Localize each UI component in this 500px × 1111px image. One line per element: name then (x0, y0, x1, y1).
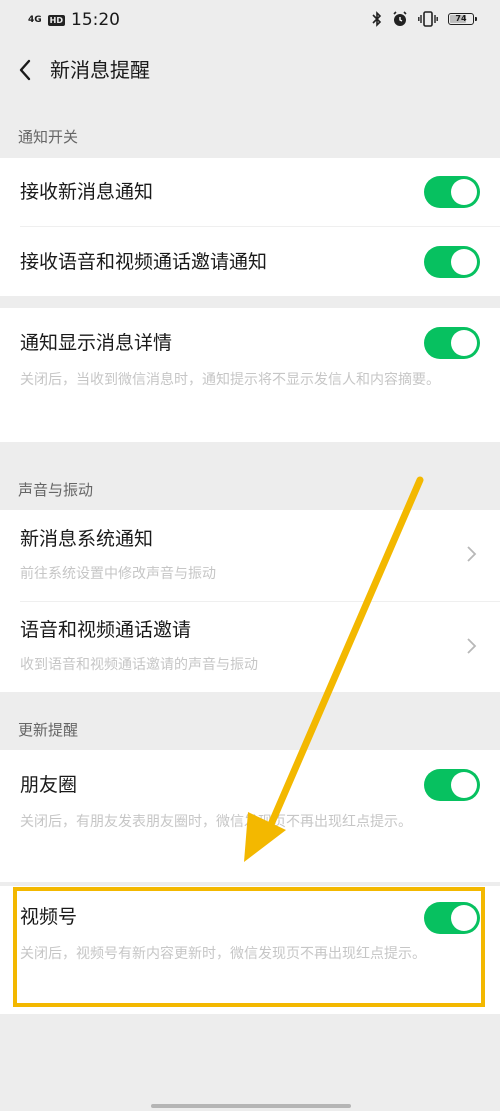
toggle-knob (451, 249, 477, 275)
show-details-label: 通知显示消息详情 (20, 332, 173, 354)
chevron-right-icon (467, 546, 477, 562)
toggle-knob (451, 179, 477, 205)
nav-bar: 新消息提醒 (0, 44, 500, 100)
back-button[interactable] (12, 56, 40, 84)
toggle-knob (451, 330, 477, 356)
status-left: 4G HD 15:20 (28, 10, 120, 30)
section-header-updates: 更新提醒 (18, 721, 79, 739)
battery-indicator: 74 (448, 13, 477, 25)
receive-new-msg-toggle[interactable] (424, 176, 480, 208)
system-notify-desc: 前往系统设置中修改声音与振动 (20, 566, 216, 582)
show-details-card: 通知显示消息详情 关闭后，当收到微信消息时，通知提示将不显示发信人和内容摘要。 (0, 308, 500, 442)
home-indicator[interactable] (151, 1104, 351, 1108)
hd-badge: HD (47, 14, 65, 26)
divider (20, 226, 500, 227)
vibrate-icon (418, 11, 438, 27)
clock: 15:20 (71, 10, 120, 30)
chevron-left-icon (19, 59, 31, 81)
battery-level: 74 (455, 14, 467, 23)
receive-call-toggle[interactable] (424, 246, 480, 278)
moments-label: 朋友圈 (20, 774, 78, 796)
notify-card: 接收新消息通知 接收语音和视频通话邀请通知 (0, 158, 500, 296)
page-title: 新消息提醒 (50, 58, 150, 82)
system-notify-row[interactable]: 新消息系统通知 前往系统设置中修改声音与振动 (0, 510, 500, 600)
moments-card: 朋友圈 关闭后，有朋友发表朋友圈时，微信发现页不再出现红点提示。 (0, 750, 500, 882)
moments-desc: 关闭后，有朋友发表朋友圈时，微信发现页不再出现红点提示。 (20, 814, 412, 830)
system-notify-label: 新消息系统通知 (20, 528, 154, 550)
moments-toggle[interactable] (424, 769, 480, 801)
status-bar: 4G HD 15:20 74 (0, 0, 500, 40)
section-header-notify: 通知开关 (18, 128, 79, 146)
status-right: 74 (372, 11, 477, 27)
call-invite-label: 语音和视频通话邀请 (20, 619, 192, 641)
show-details-desc: 关闭后，当收到微信消息时，通知提示将不显示发信人和内容摘要。 (20, 372, 440, 388)
receive-new-msg-label: 接收新消息通知 (20, 181, 154, 203)
bluetooth-icon (372, 11, 382, 27)
signal-indicator: 4G (28, 14, 42, 25)
toggle-knob (451, 772, 477, 798)
receive-call-label: 接收语音和视频通话邀请通知 (20, 251, 268, 273)
section-header-sound: 声音与振动 (18, 481, 94, 499)
call-invite-desc: 收到语音和视频通话邀请的声音与振动 (20, 657, 258, 673)
call-invite-row[interactable]: 语音和视频通话邀请 收到语音和视频通话邀请的声音与振动 (0, 602, 500, 692)
show-details-toggle[interactable] (424, 327, 480, 359)
chevron-right-icon (467, 638, 477, 654)
alarm-icon (392, 11, 408, 27)
sound-card: 新消息系统通知 前往系统设置中修改声音与振动 语音和视频通话邀请 收到语音和视频… (0, 510, 500, 692)
highlight-box (13, 887, 485, 1007)
